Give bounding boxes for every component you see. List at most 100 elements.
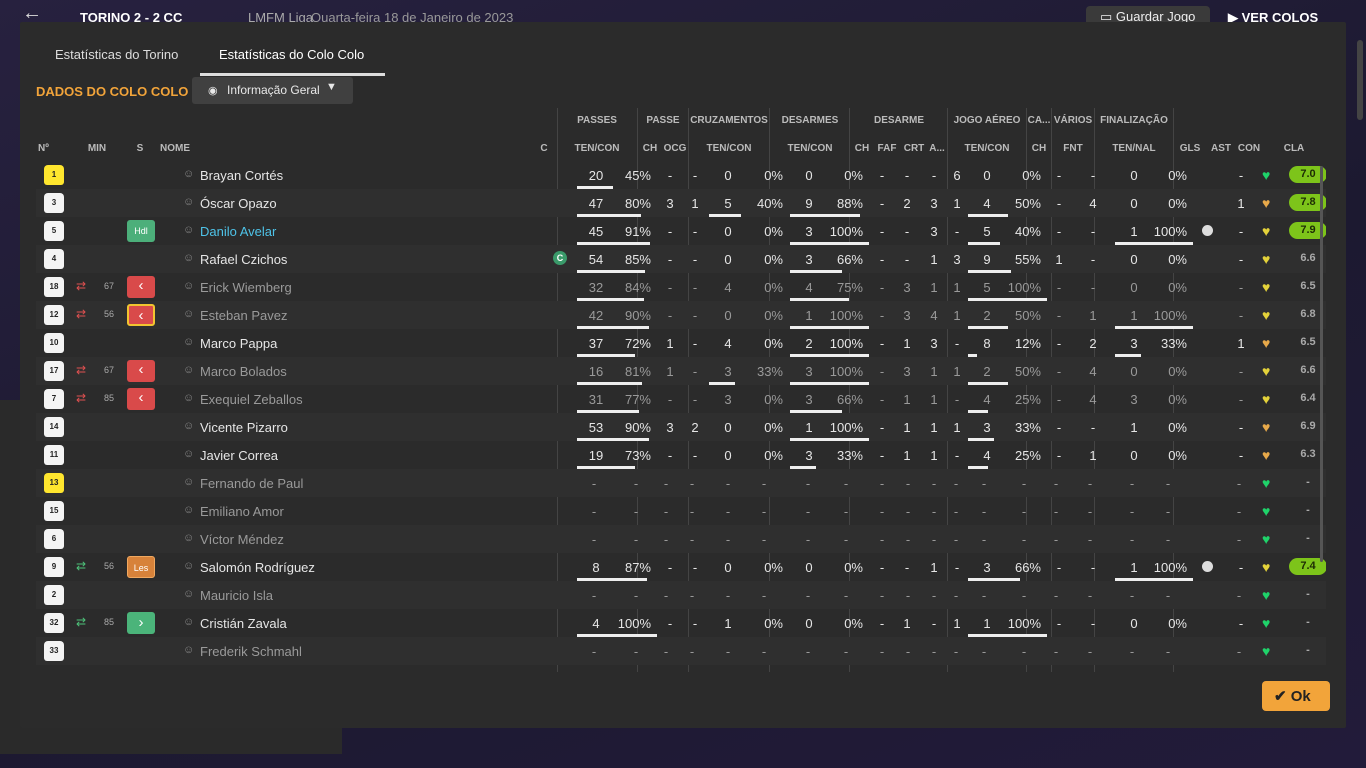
table-row[interactable]: 15 ☺ Emiliano Amor - - - - - - - - - - - - - - - - - - - ♥ -: [36, 497, 1326, 525]
player-name-link[interactable]: Frederik Schmahl: [200, 644, 302, 659]
empty-stat-dash: -: [1129, 588, 1135, 603]
col-header-fin-ten-nal[interactable]: TEN/NAL: [1095, 143, 1173, 154]
col-header-c[interactable]: C: [538, 143, 550, 154]
passes-pct: 77%: [624, 392, 651, 407]
col-header-passe-ch[interactable]: CH: [640, 143, 660, 154]
passes-pct: 73%: [624, 448, 651, 463]
table-row[interactable]: 11 ☺ Javier Correa 19 73% - -0 0% 3 33% -1 1-4 25% -1…: [36, 441, 1326, 469]
player-name-link[interactable]: Óscar Opazo: [200, 196, 277, 211]
col-header-passe-ocg[interactable]: OCG: [662, 143, 688, 154]
table-row[interactable]: 13 ☺ Fernando de Paul - - - - - - - - - - - - - - - - - - - ♥ -: [36, 469, 1326, 497]
player-name-link[interactable]: Erick Wiemberg: [200, 280, 292, 295]
col-header-ca-ch[interactable]: CH: [1029, 143, 1049, 154]
table-row[interactable]: 33 ☺ Frederik Schmahl - - - - - - - - - - - - - - - - - - - ♥ -: [36, 637, 1326, 665]
substituted-on-chevron-right-icon[interactable]: ›: [127, 612, 155, 634]
jogo-aereo-pct: 50%: [1014, 196, 1041, 211]
passe-ocg: -: [692, 224, 698, 239]
col-header-number[interactable]: Nº: [38, 143, 49, 154]
jogo-aereo-pct: 66%: [1014, 560, 1041, 575]
next-button[interactable]: ▶ VER COLOS: [1228, 10, 1318, 22]
desarmes-attempts: 1: [805, 420, 813, 435]
player-name-link[interactable]: Brayan Cortés: [200, 168, 283, 183]
player-name-link[interactable]: Mauricio Isla: [200, 588, 273, 603]
table-row[interactable]: 6 ☺ Víctor Méndez - - - - - - - - - - - - - - - - - - - ♥ -: [36, 525, 1326, 553]
ca-ch: -: [1056, 616, 1062, 631]
col-header-con[interactable]: CON: [1237, 143, 1261, 154]
col-header-name[interactable]: NOME: [160, 143, 190, 154]
player-status-badge[interactable]: Hdl: [127, 220, 155, 242]
col-header-cla[interactable]: CLA: [1280, 143, 1308, 154]
table-scrollbar[interactable]: [1320, 166, 1323, 562]
substituted-off-chevron-left-icon[interactable]: ‹: [127, 304, 155, 326]
player-name-link[interactable]: Emiliano Amor: [200, 504, 284, 519]
table-row[interactable]: 2 ☺ Mauricio Isla - - - - - - - - - - - - - - - - - - - ♥ -: [36, 581, 1326, 609]
injury-badge[interactable]: Les: [127, 556, 155, 578]
col-header-min[interactable]: MIN: [82, 143, 112, 154]
desarme-crt: 1: [930, 448, 938, 463]
ca-ch: 1: [1055, 252, 1063, 267]
page-scrollbar[interactable]: [1357, 40, 1363, 120]
col-header-passes-ten-con[interactable]: TEN/CON: [557, 143, 637, 154]
player-name-link[interactable]: Salomón Rodríguez: [200, 560, 315, 575]
player-name-link[interactable]: Danilo Avelar: [200, 224, 276, 239]
passe-ocg: -: [692, 364, 698, 379]
col-header-s[interactable]: S: [132, 143, 148, 154]
table-row[interactable]: 5 Hdl ☺ Danilo Avelar 45 91% - - 0 0% 3 100% - - 3 - 5 40…: [36, 217, 1326, 245]
col-header-gls[interactable]: GLS: [1178, 143, 1202, 154]
passe-ocg: -: [692, 392, 698, 407]
col-header-crt[interactable]: CRT: [902, 143, 926, 154]
jogo-aereo-attempts: 1: [983, 616, 991, 631]
col-header-cruz-ten-con[interactable]: TEN/CON: [689, 143, 769, 154]
cruzamentos-pct: 0%: [764, 560, 783, 575]
table-row[interactable]: 7 ⇄ 85 ‹ ☺ Exequiel Zeballos 31 77% - - 3 0% 3 66% - 1 1…: [36, 385, 1326, 413]
ok-button[interactable]: ✔ Ok: [1262, 681, 1330, 711]
passes-pct: 80%: [624, 196, 651, 211]
table-row[interactable]: 32 ⇄ 85 › ☺ Cristián Zavala 4 100% - -1 0% 0 0% -1-1 1…: [36, 609, 1326, 637]
table-row[interactable]: 4 ☺ Rafael Czichos C 54 85% - -0 0% 3 66% - -1 3 9 55% 1…: [36, 245, 1326, 273]
shirt-number: 11: [44, 445, 64, 465]
player-name-link[interactable]: Esteban Pavez: [200, 308, 287, 323]
tab-torino-stats[interactable]: Estatísticas do Torino: [55, 47, 178, 62]
col-header-a[interactable]: A...: [927, 143, 947, 154]
substituted-off-chevron-left-icon[interactable]: ‹: [127, 360, 155, 382]
col-header-ast[interactable]: AST: [1209, 143, 1233, 154]
substituted-off-chevron-left-icon[interactable]: ‹: [127, 388, 155, 410]
player-name-link[interactable]: Víctor Méndez: [200, 532, 284, 547]
jogo-aereo-pct: 50%: [1014, 364, 1041, 379]
col-header-desarmes-ten-con[interactable]: TEN/CON: [770, 143, 850, 154]
sub-out-arrows-icon: ⇄: [76, 391, 87, 405]
table-row[interactable]: 18 ⇄ 67 ‹ ☺ Erick Wiemberg 32 84% - - 4 0% 4 75% - 3 1 1 5…: [36, 273, 1326, 301]
player-name-link[interactable]: Marco Bolados: [200, 364, 287, 379]
shirt-number: 17: [44, 361, 64, 381]
info-view-dropdown[interactable]: ◉ Informação Geral ▼: [192, 77, 353, 104]
ca-ch: -: [1056, 308, 1062, 323]
table-row[interactable]: 3 ☺ Óscar Opazo 47 80% 3 1 5 40% 9 88% -2 3 1 4 50% -4 0 0…: [36, 189, 1326, 217]
empty-stat-dash: -: [1021, 532, 1027, 547]
player-name-link[interactable]: Cristián Zavala: [200, 616, 287, 631]
col-header-desarme-ch[interactable]: CH: [852, 143, 872, 154]
col-header-jogo-aereo-ten-con[interactable]: TEN/CON: [948, 143, 1026, 154]
assists: 1: [1237, 336, 1245, 351]
desarme-a: -: [954, 336, 960, 351]
finalizacao-attempts: 0: [1130, 364, 1138, 379]
passe-ch: -: [667, 560, 673, 575]
table-row[interactable]: 10 ☺ Marco Pappa 37 72% 1-4 0% 2 100% -1 3-8 12% -2 3…: [36, 329, 1326, 357]
col-header-fnt[interactable]: FNT: [1060, 143, 1086, 154]
save-game-button[interactable]: ▭ Guardar Jogo: [1086, 6, 1210, 22]
table-row[interactable]: 1 ☺ Brayan Cortés 20 45% - -0 0% 0 0% - - -6 0 0% - -0 0%…: [36, 161, 1326, 189]
back-arrow-icon[interactable]: ←: [22, 3, 42, 22]
player-name-link[interactable]: Rafael Czichos: [200, 252, 287, 267]
substituted-off-chevron-left-icon[interactable]: ‹: [127, 276, 155, 298]
table-row[interactable]: 17 ⇄ 67 ‹ ☺ Marco Bolados 16 81% 1-3 33% 3 100% -3 1 1…: [36, 357, 1326, 385]
col-header-faf[interactable]: FAF: [875, 143, 899, 154]
table-row[interactable]: 14 ☺ Vicente Pizarro 53 90% 3 2 0 0% 1 100% -1 1 1 3 33…: [36, 413, 1326, 441]
empty-stat-dash: -: [1087, 532, 1093, 547]
player-name-link[interactable]: Fernando de Paul: [200, 476, 303, 491]
tab-colo-colo-stats[interactable]: Estatísticas do Colo Colo: [219, 47, 364, 62]
player-name-link[interactable]: Marco Pappa: [200, 336, 277, 351]
player-name-link[interactable]: Javier Correa: [200, 448, 278, 463]
table-row[interactable]: 9 ⇄ 56 Les ☺ Salomón Rodríguez 8 87% - - 0 0% 0 0% - - 1…: [36, 553, 1326, 581]
player-name-link[interactable]: Exequiel Zeballos: [200, 392, 303, 407]
table-row[interactable]: 12 ⇄ 56 ‹ ☺ Esteban Pavez 42 90% - -0 0% 1 100% -3 4 1 2…: [36, 301, 1326, 329]
player-name-link[interactable]: Vicente Pizarro: [200, 420, 288, 435]
